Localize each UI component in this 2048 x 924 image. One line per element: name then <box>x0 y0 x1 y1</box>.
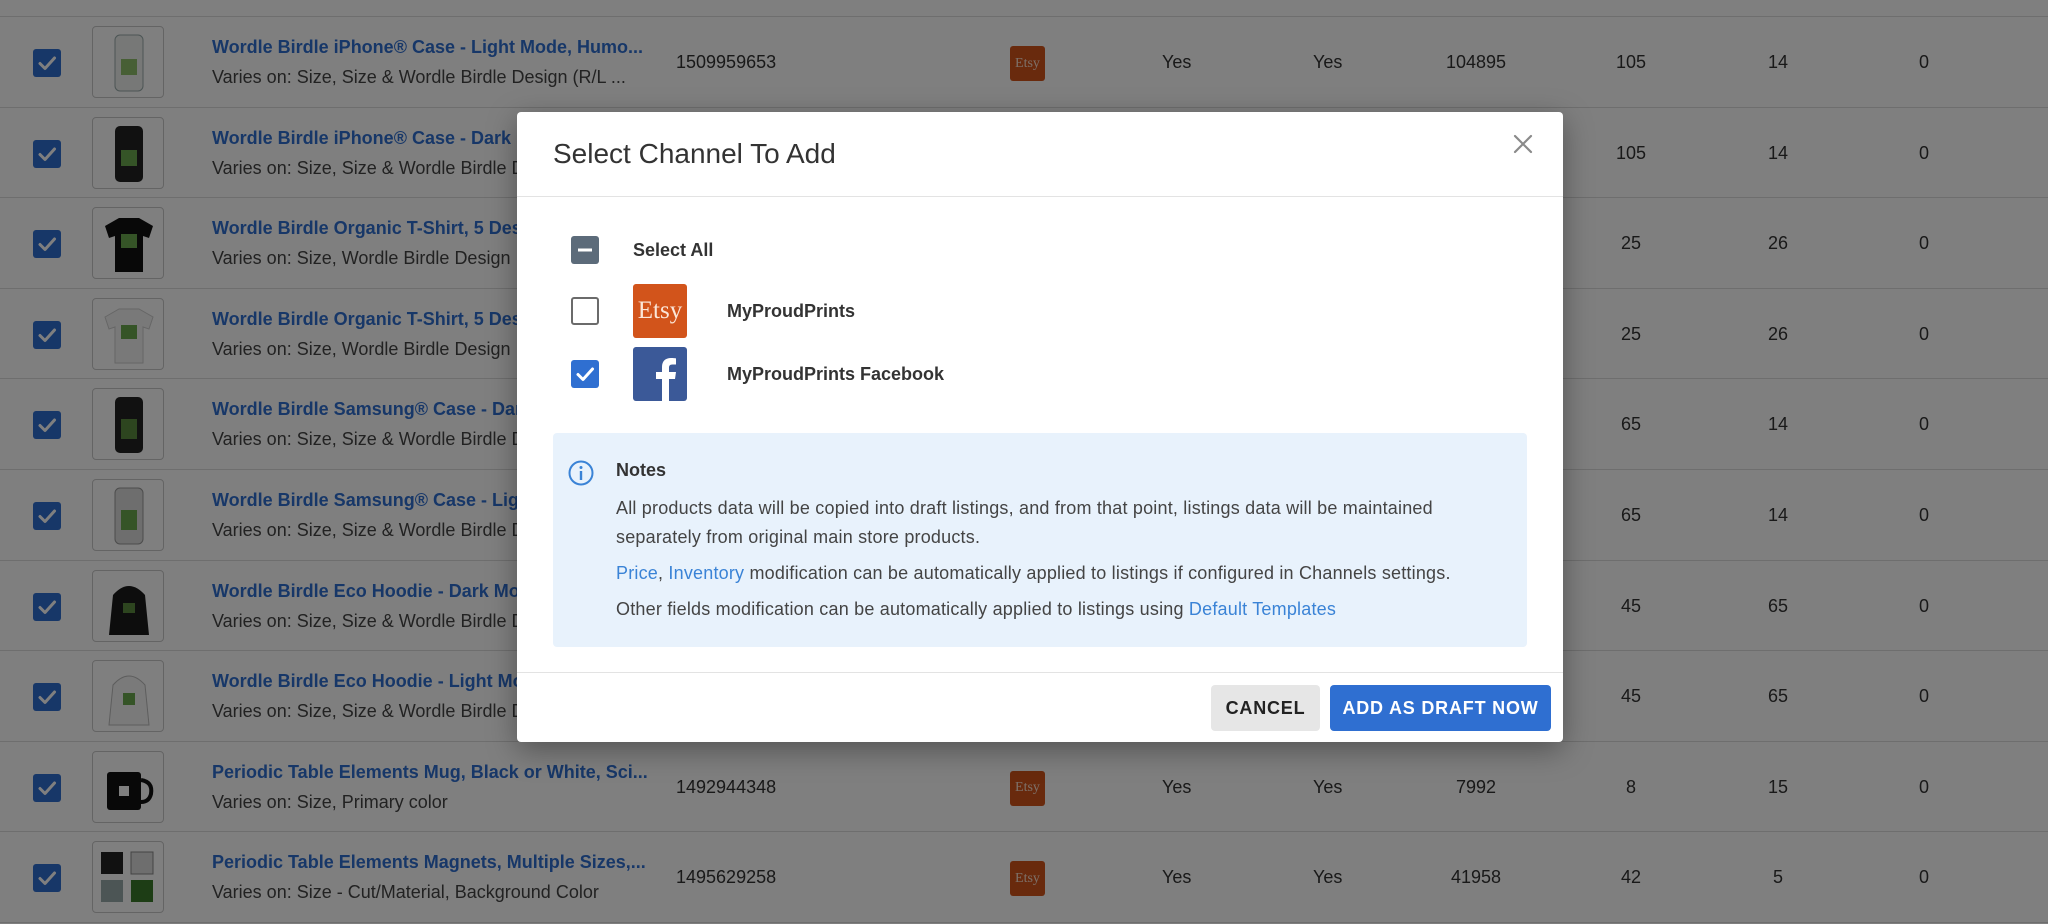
notes-paragraph-2: Price, Inventory modification can be aut… <box>616 559 1516 588</box>
notes-panel: Notes All products data will be copied i… <box>553 433 1527 647</box>
channel-etsy-checkbox[interactable] <box>571 297 599 325</box>
close-icon[interactable] <box>1507 128 1539 160</box>
svg-text:Etsy: Etsy <box>638 297 683 324</box>
notes-title: Notes <box>616 460 667 480</box>
default-templates-link[interactable]: Default Templates <box>1189 599 1336 619</box>
info-icon <box>567 459 595 487</box>
channel-facebook-checkbox[interactable] <box>571 360 599 388</box>
notes-paragraph-3-text: Other fields modification can be automat… <box>616 599 1189 619</box>
notes-separator: , <box>658 563 669 583</box>
inventory-link[interactable]: Inventory <box>668 563 744 583</box>
channel-etsy-name: MyProudPrints <box>727 300 856 321</box>
etsy-logo-icon: Etsy <box>633 284 687 338</box>
notes-paragraph-1: All products data will be copied into dr… <box>616 498 1433 547</box>
dialog-title: Select Channel To Add <box>553 138 836 169</box>
notes-paragraph-2-text: modification can be automatically applie… <box>744 563 1451 583</box>
add-as-draft-button[interactable]: ADD AS DRAFT NOW <box>1330 685 1551 731</box>
select-all-checkbox[interactable] <box>571 236 599 264</box>
channel-option-etsy[interactable]: Etsy MyProudPrints <box>571 284 855 338</box>
channel-facebook-name: MyProudPrints Facebook <box>727 363 945 384</box>
dialog-footer: CANCEL ADD AS DRAFT NOW <box>517 672 1563 742</box>
dialog-header: Select Channel To Add <box>517 112 1563 197</box>
select-channel-dialog: Select Channel To Add Select All Etsy My… <box>517 112 1563 742</box>
facebook-logo-icon <box>633 347 687 401</box>
cancel-button[interactable]: CANCEL <box>1211 685 1320 731</box>
notes-paragraph-3: Other fields modification can be automat… <box>616 595 1516 624</box>
select-all-label: Select All <box>633 239 714 260</box>
select-all-option[interactable]: Select All <box>571 236 713 264</box>
price-link[interactable]: Price <box>616 563 658 583</box>
channel-option-facebook[interactable]: MyProudPrints Facebook <box>571 347 944 401</box>
